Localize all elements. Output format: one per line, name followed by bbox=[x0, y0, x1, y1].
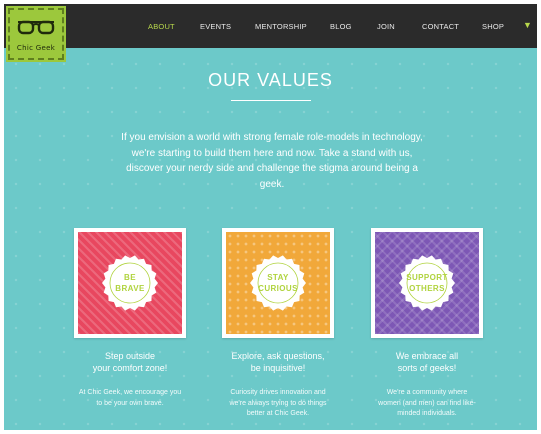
page: ABOUT EVENTS MENTORSHIP BLOG JOIN CONTAC… bbox=[4, 4, 537, 430]
title-underline bbox=[231, 100, 311, 101]
page-title: OUR VALUES bbox=[208, 70, 333, 90]
value-card-curious: STAY CURIOUS bbox=[222, 228, 334, 338]
top-navigation-bar: ABOUT EVENTS MENTORSHIP BLOG JOIN CONTAC… bbox=[4, 4, 537, 48]
value-description-brave: At Chic Geek, we encourage you to be you… bbox=[78, 389, 182, 407]
chic-geek-logo[interactable]: Chic Geek bbox=[8, 8, 64, 60]
nav-item-events[interactable]: EVENTS bbox=[200, 22, 231, 31]
badge-label: BE BRAVE bbox=[115, 273, 145, 293]
value-badge: STAY CURIOUS bbox=[249, 254, 307, 312]
value-heading-brave: Step outside your comfort zone! bbox=[92, 351, 168, 373]
card-pattern: BE BRAVE bbox=[78, 232, 182, 334]
nav-item-shop[interactable]: SHOP bbox=[482, 22, 504, 31]
nav-item-mentorship[interactable]: MENTORSHIP bbox=[255, 22, 307, 31]
badge-label: SUPPORT OTHERS bbox=[406, 273, 448, 293]
value-heading-curious: Explore, ask questions, be inquisitive! bbox=[231, 351, 325, 373]
value-description-curious: Curiosity drives innovation and we're al… bbox=[229, 389, 327, 417]
value-description-others: We're a community where women (and men) … bbox=[378, 389, 476, 417]
nav-item-contact[interactable]: CONTACT bbox=[422, 22, 459, 31]
value-badge: BE BRAVE bbox=[101, 254, 159, 312]
chevron-down-icon[interactable]: ▼ bbox=[523, 20, 532, 30]
value-card-brave: BE BRAVE bbox=[74, 228, 186, 338]
nav-item-join[interactable]: JOIN bbox=[377, 22, 395, 31]
card-pattern: SUPPORT OTHERS bbox=[375, 232, 479, 334]
value-badge: SUPPORT OTHERS bbox=[398, 254, 456, 312]
glasses-icon bbox=[17, 20, 55, 35]
badge-label: STAY CURIOUS bbox=[258, 273, 298, 293]
nav-item-about[interactable]: ABOUT bbox=[148, 22, 175, 31]
nav-item-blog[interactable]: BLOG bbox=[330, 22, 352, 31]
intro-paragraph: If you envision a world with strong fema… bbox=[121, 132, 423, 190]
value-heading-others: We embrace all sorts of geeks! bbox=[395, 351, 459, 373]
logo-text: Chic Geek bbox=[16, 44, 56, 52]
card-pattern: STAY CURIOUS bbox=[226, 232, 330, 334]
value-card-others: SUPPORT OTHERS bbox=[371, 228, 483, 338]
